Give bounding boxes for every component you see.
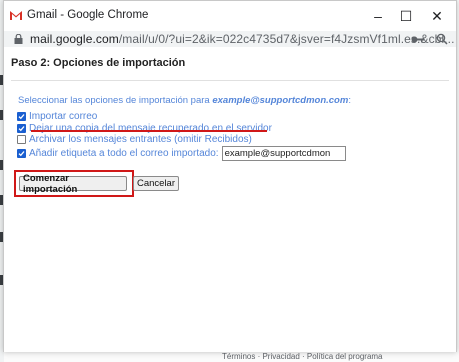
window-title: Gmail - Google Chrome — [27, 9, 149, 21]
url-text[interactable]: mail.google.com/mail/u/0/?ui=2&ik=022c47… — [30, 32, 455, 46]
dialog-content: Paso 2: Opciones de importación Seleccio… — [4, 47, 456, 352]
close-button[interactable]: ✕ — [423, 5, 451, 27]
option-label: Archivar los mensajes entrantes (omitir … — [29, 133, 252, 145]
checkbox-checked-icon[interactable] — [17, 111, 26, 121]
checkbox-checked-icon[interactable] — [17, 149, 26, 158]
select-options-text: Seleccionar las opciones de importación … — [18, 95, 351, 106]
option-label: Importar correo — [29, 110, 98, 122]
cancel-button[interactable]: Cancelar — [133, 176, 179, 191]
step-title: Paso 2: Opciones de importación — [11, 57, 186, 69]
option-add-label[interactable]: Añadir etiqueta a todo el correo importa… — [17, 146, 346, 161]
zoom-icon[interactable] — [436, 33, 448, 45]
lock-icon[interactable] — [14, 34, 23, 44]
select-prefix: Seleccionar las opciones de importación … — [18, 95, 213, 106]
option-import-mail[interactable]: Importar correo — [17, 110, 97, 122]
label-input[interactable]: example@supportcdmon — [221, 146, 346, 161]
start-import-button[interactable]: Comenzar importación — [19, 173, 127, 195]
divider — [11, 80, 449, 81]
key-icon[interactable] — [411, 35, 425, 44]
option-archive[interactable]: Archivar los mensajes entrantes (omitir … — [17, 133, 252, 145]
url-path: /mail/u/0/?ui=2&ik=022c4735d7&jsver=f4Jz… — [118, 32, 455, 46]
url-domain: mail.google.com — [30, 32, 119, 46]
checkbox-unchecked-icon[interactable] — [17, 134, 26, 144]
option-label: Añadir etiqueta a todo el correo importa… — [29, 148, 219, 159]
minimize-button[interactable]: – — [364, 5, 392, 27]
checkbox-checked-icon[interactable] — [17, 123, 26, 133]
background-footer-links[interactable]: Términos · Privacidad · Política del pro… — [222, 352, 383, 361]
gmail-icon — [10, 11, 22, 20]
select-email: example@supportcdmon.com — [212, 95, 349, 106]
maximize-button[interactable]: ☐ — [392, 5, 420, 27]
select-suffix: : — [348, 95, 351, 106]
popup-window: Gmail - Google Chrome – ☐ ✕ mail.google.… — [3, 0, 457, 352]
annotation-underline — [31, 130, 267, 132]
title-bar: Gmail - Google Chrome – ☐ ✕ — [4, 1, 456, 31]
